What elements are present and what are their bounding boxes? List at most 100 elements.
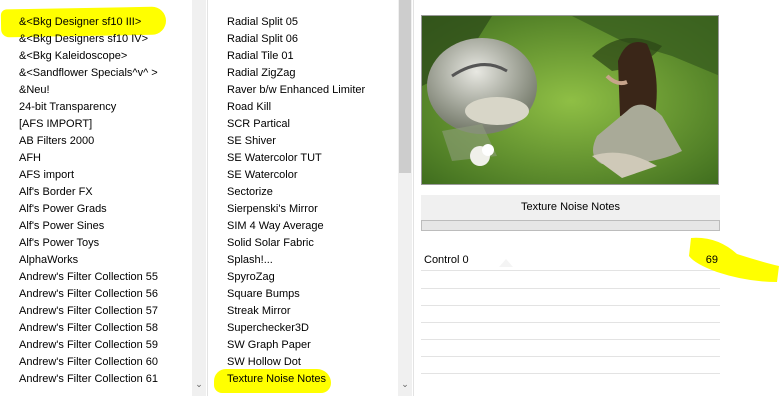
- category-item[interactable]: Andrew's Filter Collection 58: [19, 320, 194, 337]
- filter-item[interactable]: Raver b/w Enhanced Limiter: [227, 82, 397, 99]
- list-item-label: Andrew's Filter Collection 55: [19, 271, 159, 283]
- category-item[interactable]: Andrew's Filter Collection 59: [19, 337, 194, 354]
- list-item-label: Raver b/w Enhanced Limiter: [227, 84, 366, 96]
- category-item[interactable]: 24-bit Transparency: [19, 99, 194, 116]
- filter-title-bar: Texture Noise Notes: [421, 195, 720, 221]
- control-label: Control 0: [424, 254, 469, 266]
- filter-category-list[interactable]: &<Bkg Designer sf10 III> &<Bkg Designers …: [19, 14, 194, 388]
- empty-control-row: [421, 288, 720, 289]
- filter-item[interactable]: SE Shiver: [227, 133, 397, 150]
- progress-bar: [421, 220, 720, 231]
- filter-item[interactable]: Radial Split 06: [227, 31, 397, 48]
- category-item[interactable]: Andrew's Filter Collection 55: [19, 269, 194, 286]
- filter-item[interactable]: Sectorize: [227, 184, 397, 201]
- list-item-label: Radial ZigZag: [227, 67, 296, 79]
- list-item-label: Andrew's Filter Collection 61: [19, 373, 159, 385]
- filter-list[interactable]: Radial Split 05 Radial Split 06 Radial Til…: [214, 14, 397, 393]
- divider: [207, 0, 208, 396]
- chevron-down-icon[interactable]: ⌄: [192, 377, 206, 391]
- category-item[interactable]: Andrew's Filter Collection 61: [19, 371, 194, 388]
- list-item-label: Alf's Power Toys: [19, 237, 100, 249]
- slider-indicator[interactable]: [499, 259, 513, 267]
- filter-item[interactable]: Sierpenski's Mirror: [227, 201, 397, 218]
- list-item-label: SCR Partical: [227, 118, 290, 130]
- list-item-label: AlphaWorks: [19, 254, 79, 266]
- control-row[interactable]: Control 0 69: [421, 250, 720, 271]
- category-item[interactable]: Andrew's Filter Collection 60: [19, 354, 194, 371]
- category-item[interactable]: Alf's Power Toys: [19, 235, 194, 252]
- control-value[interactable]: 69: [706, 250, 718, 270]
- list-item-label: Texture Noise Notes: [227, 373, 327, 385]
- list-item-label: &<Bkg Designers sf10 IV>: [19, 33, 149, 45]
- empty-control-row: [421, 322, 720, 323]
- list-item-label: Sierpenski's Mirror: [227, 203, 318, 215]
- list-item-label: SW Graph Paper: [227, 339, 311, 351]
- category-item[interactable]: &Neu!: [19, 82, 194, 99]
- list-item-label: SE Shiver: [227, 135, 276, 147]
- filter-item[interactable]: SCR Partical: [227, 116, 397, 133]
- list-item-label: SpyroZag: [227, 271, 275, 283]
- list-item-label: Sectorize: [227, 186, 273, 198]
- empty-control-row: [421, 373, 720, 374]
- category-item[interactable]: Andrew's Filter Collection 56: [19, 286, 194, 303]
- list-item-label: [AFS IMPORT]: [19, 118, 93, 130]
- filter-item[interactable]: Superchecker3D: [227, 320, 397, 337]
- list-item-label: &<Bkg Kaleidoscope>: [19, 50, 128, 62]
- filter-item[interactable]: SE Watercolor TUT: [227, 150, 397, 167]
- list-item-label: Superchecker3D: [227, 322, 309, 334]
- category-item[interactable]: AFH: [19, 150, 194, 167]
- chevron-down-icon[interactable]: ⌄: [398, 377, 412, 391]
- list-item-label: Andrew's Filter Collection 59: [19, 339, 159, 351]
- filter-title: Texture Noise Notes: [520, 201, 621, 213]
- list-item-label: SIM 4 Way Average: [227, 220, 324, 232]
- list-item-label: SW Hollow Dot: [227, 356, 301, 368]
- filter-item[interactable]: Solid Solar Fabric: [227, 235, 397, 252]
- list-item-label: 24-bit Transparency: [19, 101, 117, 113]
- filter-item[interactable]: SW Graph Paper: [227, 337, 397, 354]
- filter-item[interactable]: SpyroZag: [227, 269, 397, 286]
- filter-item[interactable]: Radial ZigZag: [227, 65, 397, 82]
- list-item-label: Radial Tile 01: [227, 50, 294, 62]
- list-item-label: Andrew's Filter Collection 58: [19, 322, 159, 334]
- list-item-label: Solid Solar Fabric: [227, 237, 314, 249]
- preview-artwork: [422, 16, 718, 184]
- list-item-label: Road Kill: [227, 101, 272, 113]
- list-item-label: Square Bumps: [227, 288, 300, 300]
- list-item-label: AFH: [19, 152, 41, 164]
- highlight-mark: [689, 237, 779, 282]
- list-item-label: &<Bkg Designer sf10 III>: [19, 16, 142, 28]
- filter-item[interactable]: Radial Tile 01: [227, 48, 397, 65]
- category-item[interactable]: Alf's Border FX: [19, 184, 194, 201]
- category-item[interactable]: &<Bkg Designers sf10 IV>: [19, 31, 194, 48]
- category-item[interactable]: AlphaWorks: [19, 252, 194, 269]
- list-item-label: Andrew's Filter Collection 60: [19, 356, 159, 368]
- category-item[interactable]: &<Sandflower Specials^v^ >: [19, 65, 194, 82]
- filter-item[interactable]: Streak Mirror: [227, 303, 397, 320]
- filter-item[interactable]: Splash!...: [227, 252, 397, 269]
- empty-control-row: [421, 356, 720, 357]
- empty-control-row: [421, 305, 720, 306]
- list-item-label: Alf's Power Grads: [19, 203, 107, 215]
- divider: [413, 0, 414, 396]
- category-item[interactable]: &<Bkg Kaleidoscope>: [19, 48, 194, 65]
- category-item[interactable]: Alf's Power Sines: [19, 218, 194, 235]
- category-item[interactable]: AB Filters 2000: [19, 133, 194, 150]
- left-list-scrollbar[interactable]: ⌄: [192, 0, 206, 396]
- category-item[interactable]: Alf's Power Grads: [19, 201, 194, 218]
- category-item[interactable]: Andrew's Filter Collection 57: [19, 303, 194, 320]
- filter-item[interactable]: Road Kill: [227, 99, 397, 116]
- list-item-label: Streak Mirror: [227, 305, 291, 317]
- list-item-label: Andrew's Filter Collection 57: [19, 305, 159, 317]
- category-item[interactable]: AFS import: [19, 167, 194, 184]
- scrollbar-thumb[interactable]: [399, 0, 411, 173]
- list-item-label: Alf's Border FX: [19, 186, 93, 198]
- filter-list-scrollbar[interactable]: ⌄: [398, 0, 412, 396]
- category-item[interactable]: [AFS IMPORT]: [19, 116, 194, 133]
- filter-item[interactable]: Square Bumps: [227, 286, 397, 303]
- filter-item[interactable]: Texture Noise Notes: [214, 369, 397, 393]
- filter-item[interactable]: Radial Split 05: [227, 14, 397, 31]
- list-item-label: &<Sandflower Specials^v^ >: [19, 67, 158, 79]
- filter-item[interactable]: SE Watercolor: [227, 167, 397, 184]
- filter-item[interactable]: SIM 4 Way Average: [227, 218, 397, 235]
- category-item[interactable]: &<Bkg Designer sf10 III>: [19, 14, 194, 31]
